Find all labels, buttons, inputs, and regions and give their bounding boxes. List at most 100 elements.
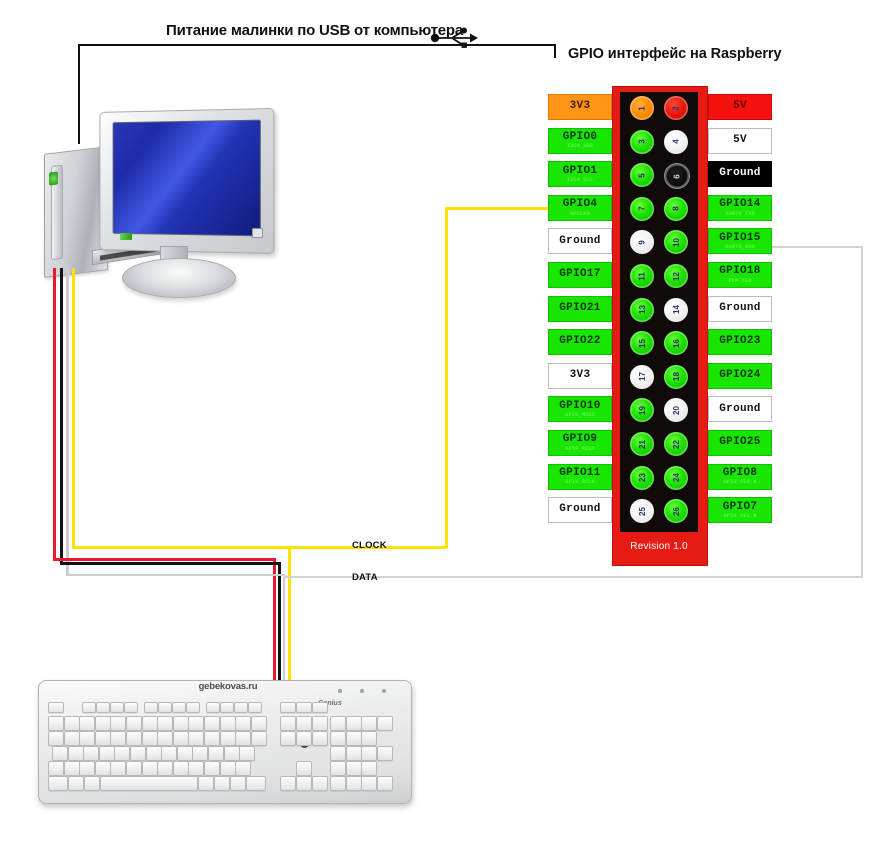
gpio-pin-13[interactable]: 13 bbox=[630, 297, 654, 322]
keyboard-key[interactable] bbox=[186, 702, 200, 713]
keyboard-key[interactable] bbox=[312, 702, 328, 713]
keyboard-key[interactable] bbox=[192, 746, 209, 761]
keyboard-key[interactable] bbox=[79, 761, 96, 776]
keyboard-key[interactable] bbox=[239, 746, 256, 761]
keyboard-key[interactable] bbox=[204, 731, 220, 746]
keyboard-key[interactable] bbox=[235, 731, 252, 746]
keyboard-key[interactable] bbox=[376, 716, 393, 731]
keyboard-key[interactable] bbox=[235, 761, 252, 776]
keyboard-key[interactable] bbox=[198, 776, 214, 791]
keyboard-key[interactable] bbox=[280, 716, 296, 731]
keyboard-key[interactable] bbox=[223, 746, 240, 761]
keyboard-key[interactable] bbox=[296, 716, 312, 731]
keyboard-key[interactable] bbox=[330, 776, 346, 791]
keyboard-key[interactable] bbox=[126, 716, 142, 731]
keyboard-key[interactable] bbox=[330, 746, 346, 761]
keyboard-key[interactable] bbox=[52, 746, 68, 761]
keyboard-key[interactable] bbox=[188, 761, 205, 776]
gpio-pin-11[interactable]: 11 bbox=[630, 264, 654, 288]
gpio-pin-21[interactable]: 21 bbox=[630, 432, 654, 456]
keyboard-key[interactable] bbox=[250, 731, 267, 746]
keyboard-key[interactable] bbox=[312, 716, 328, 731]
gpio-pin-26[interactable]: 26 bbox=[664, 499, 688, 524]
keyboard-key[interactable] bbox=[141, 761, 158, 776]
keyboard-key[interactable] bbox=[230, 776, 246, 791]
gpio-pin-8[interactable]: 8 bbox=[664, 196, 688, 221]
gpio-pin-5[interactable]: 5 bbox=[630, 163, 654, 188]
gpio-pin-22[interactable]: 22 bbox=[664, 432, 688, 456]
keyboard-key[interactable] bbox=[84, 776, 100, 791]
keyboard-key[interactable] bbox=[94, 716, 111, 731]
gpio-pin-7[interactable]: 7 bbox=[630, 196, 654, 221]
keyboard-key[interactable] bbox=[67, 746, 84, 761]
keyboard-key[interactable] bbox=[157, 761, 174, 776]
keyboard-key[interactable] bbox=[296, 702, 312, 713]
keyboard-key[interactable] bbox=[172, 731, 189, 746]
keyboard-key[interactable] bbox=[345, 716, 362, 731]
keyboard-key[interactable] bbox=[110, 702, 124, 713]
keyboard-key[interactable] bbox=[345, 776, 362, 791]
gpio-pin-3[interactable]: 3 bbox=[630, 129, 654, 154]
keyboard-key[interactable] bbox=[219, 731, 236, 746]
keyboard-key[interactable] bbox=[280, 776, 296, 791]
keyboard-key[interactable] bbox=[48, 776, 68, 791]
keyboard-key[interactable] bbox=[345, 746, 362, 761]
keyboard-key[interactable] bbox=[208, 746, 224, 761]
gpio-pin-4[interactable]: 4 bbox=[664, 129, 688, 154]
keyboard-key[interactable] bbox=[157, 716, 174, 731]
keyboard-key[interactable] bbox=[296, 731, 312, 746]
gpio-pin-1[interactable]: 1 bbox=[630, 96, 654, 120]
keyboard-key[interactable] bbox=[361, 761, 377, 776]
keyboard-key[interactable] bbox=[110, 716, 127, 731]
keyboard-key[interactable] bbox=[206, 702, 220, 713]
gpio-pin-6[interactable]: 6 bbox=[664, 163, 690, 190]
keyboard-key[interactable] bbox=[345, 731, 362, 746]
keyboard-key[interactable] bbox=[250, 716, 267, 731]
keyboard-key[interactable] bbox=[124, 702, 138, 713]
gpio-pin-14[interactable]: 14 bbox=[664, 297, 688, 322]
keyboard-key[interactable] bbox=[114, 746, 131, 761]
keyboard-key[interactable] bbox=[312, 731, 328, 746]
keyboard-key[interactable] bbox=[94, 731, 111, 746]
keyboard-key[interactable] bbox=[110, 731, 127, 746]
keyboard-key[interactable] bbox=[330, 716, 346, 731]
keyboard-key[interactable] bbox=[248, 702, 262, 713]
keyboard-key[interactable] bbox=[361, 731, 377, 746]
gpio-pin-17[interactable]: 17 bbox=[630, 364, 654, 389]
keyboard-key[interactable] bbox=[96, 702, 110, 713]
keyboard-key[interactable] bbox=[296, 761, 312, 776]
keyboard-key[interactable] bbox=[235, 716, 252, 731]
keyboard-key[interactable] bbox=[130, 746, 146, 761]
keyboard-key[interactable] bbox=[204, 761, 220, 776]
keyboard-key[interactable] bbox=[330, 731, 346, 746]
monitor-power-button[interactable] bbox=[252, 228, 263, 238]
keyboard-key[interactable] bbox=[48, 761, 64, 776]
keyboard-key[interactable] bbox=[280, 731, 296, 746]
keyboard-key[interactable] bbox=[63, 731, 80, 746]
keyboard-key[interactable] bbox=[48, 731, 64, 746]
keyboard-key[interactable] bbox=[234, 702, 248, 713]
keyboard-key[interactable] bbox=[219, 761, 236, 776]
keyboard-key[interactable] bbox=[361, 716, 377, 731]
keyboard-key[interactable] bbox=[172, 761, 189, 776]
keyboard-key[interactable] bbox=[110, 761, 127, 776]
keyboard-key[interactable] bbox=[126, 731, 142, 746]
keyboard-key[interactable] bbox=[63, 761, 80, 776]
keyboard-key[interactable] bbox=[204, 716, 220, 731]
gpio-pin-15[interactable]: 15 bbox=[630, 331, 654, 356]
keyboard-key[interactable] bbox=[144, 702, 158, 713]
keyboard-key[interactable] bbox=[157, 731, 174, 746]
gpio-pin-23[interactable]: 23 bbox=[630, 465, 654, 490]
keyboard-key[interactable] bbox=[48, 702, 64, 713]
keyboard-key[interactable] bbox=[83, 746, 100, 761]
keyboard-key[interactable] bbox=[176, 746, 193, 761]
keyboard-key[interactable] bbox=[141, 716, 158, 731]
gpio-pin-18[interactable]: 18 bbox=[664, 364, 688, 389]
keyboard-key[interactable] bbox=[220, 702, 234, 713]
keyboard-key[interactable] bbox=[63, 716, 80, 731]
keyboard-key[interactable] bbox=[82, 702, 96, 713]
keyboard-key[interactable] bbox=[94, 761, 111, 776]
keyboard-key[interactable] bbox=[48, 716, 64, 731]
keyboard-key[interactable] bbox=[100, 776, 198, 791]
keyboard-key[interactable] bbox=[361, 746, 377, 761]
